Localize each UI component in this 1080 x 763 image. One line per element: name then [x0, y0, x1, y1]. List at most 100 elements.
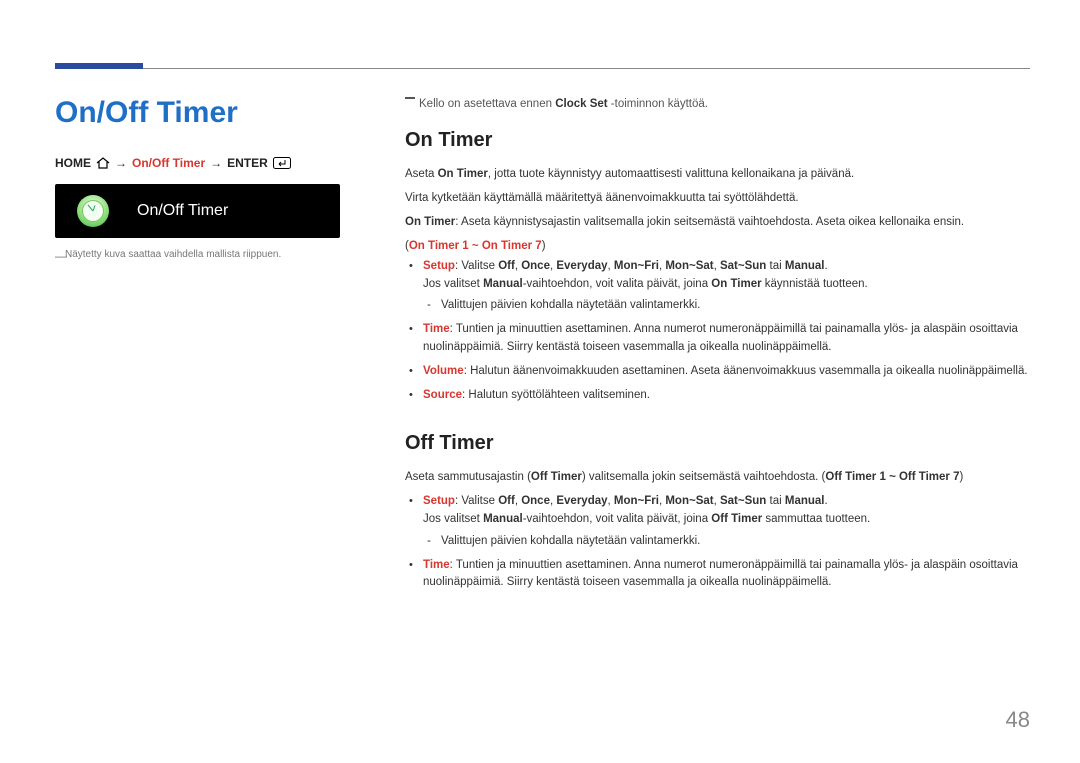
bullet-time: Time: Tuntien ja minuuttien asettaminen.…: [423, 321, 1030, 357]
text-bold: Manual: [483, 278, 523, 290]
page-number: 48: [1006, 707, 1030, 733]
sub-list: Valittujen päivien kohdalla näytetään va…: [423, 533, 1030, 551]
timer-icon: [77, 195, 109, 227]
text-bold: Off Timer: [531, 471, 582, 483]
bullet-source: Source: Halutun syöttölähteen valitsemin…: [423, 387, 1030, 405]
opt: Everyday: [556, 260, 607, 272]
text: : Valitse: [455, 260, 498, 272]
pre-note-prefix: Kello on asetettava ennen: [419, 98, 555, 110]
footnote-dash: ―: [55, 248, 67, 265]
opt: Sat~Sun: [720, 260, 766, 272]
text: .: [825, 495, 828, 507]
text: Aseta: [405, 168, 438, 180]
text: , jotta tuote käynnistyy automaattisesti…: [488, 168, 854, 180]
off-timer-bullets: Setup: Valitse Off, Once, Everyday, Mon~…: [405, 493, 1030, 592]
on-timer-bullets: Setup: Valitse Off, Once, Everyday, Mon~…: [405, 258, 1030, 405]
setup-label: Setup: [423, 260, 455, 272]
enter-icon: [273, 157, 291, 169]
left-column: On/Off Timer HOME → On/Off Timer → ENTER…: [55, 96, 365, 598]
screenshot-footnote: ― Näytetty kuva saattaa vaihdella mallis…: [55, 248, 365, 262]
right-column: Kello on asetettava ennen Clock Set -toi…: [405, 96, 1030, 598]
time-label: Time: [423, 323, 450, 335]
text-bold: Off Timer 1 ~ Off Timer 7: [825, 471, 959, 483]
clockface-icon: [82, 200, 104, 222]
nav-path-item: On/Off Timer: [132, 156, 205, 170]
text: Aseta sammutusajastin (: [405, 471, 531, 483]
header-rule-wrap: [55, 0, 1030, 68]
opt: Once: [521, 495, 550, 507]
text-bold: On Timer: [711, 278, 761, 290]
pre-note-bold: Clock Set: [555, 98, 607, 110]
on-timer-p2: Virta kytketään käyttämällä määritettyä …: [405, 190, 1030, 208]
menu-screenshot: On/Off Timer: [55, 184, 340, 238]
screenshot-label: On/Off Timer: [137, 202, 228, 220]
on-timer-range: (On Timer 1 ~ On Timer 7): [405, 240, 1030, 252]
text: käynnistää tuotteen.: [762, 278, 868, 290]
nav-enter-label: ENTER: [227, 156, 268, 170]
bullet-time: Time: Tuntien ja minuuttien asettaminen.…: [423, 557, 1030, 593]
sub-item: Valittujen päivien kohdalla näytetään va…: [441, 297, 1030, 315]
text: tai: [766, 260, 785, 272]
off-timer-heading: Off Timer: [405, 432, 1030, 455]
text-bold: Off Timer: [711, 513, 762, 525]
opt: Off: [498, 260, 515, 272]
text: Jos valitset: [423, 278, 483, 290]
pre-note-suffix: -toiminnon käyttöä.: [608, 98, 708, 110]
header-accent-bar: [55, 63, 143, 69]
opt: Off: [498, 495, 515, 507]
section-gap: [405, 410, 1030, 432]
bullet-setup: Setup: Valitse Off, Once, Everyday, Mon~…: [423, 258, 1030, 315]
setup-label: Setup: [423, 495, 455, 507]
opt: Manual: [785, 495, 825, 507]
text: : Tuntien ja minuuttien asettaminen. Ann…: [423, 323, 1018, 353]
text: : Halutun syöttölähteen valitseminen.: [462, 389, 650, 401]
nav-path: HOME → On/Off Timer → ENTER: [55, 156, 365, 170]
time-label: Time: [423, 559, 450, 571]
nav-home-label: HOME: [55, 156, 91, 170]
on-timer-heading: On Timer: [405, 129, 1030, 152]
on-timer-p3: On Timer: Aseta käynnistysajastin valits…: [405, 214, 1030, 232]
on-timer-p1: Aseta On Timer, jotta tuote käynnistyy a…: [405, 166, 1030, 184]
text: sammuttaa tuotteen.: [762, 513, 870, 525]
manual-page: On/Off Timer HOME → On/Off Timer → ENTER…: [0, 0, 1080, 763]
text: : Aseta käynnistysajastin valitsemalla j…: [455, 216, 964, 228]
nav-arrow-2: →: [210, 156, 222, 170]
text: -vaihtoehdon, voit valita päivät, joina: [523, 278, 712, 290]
text: : Tuntien ja minuuttien asettaminen. Ann…: [423, 559, 1018, 589]
bullet-setup: Setup: Valitse Off, Once, Everyday, Mon~…: [423, 493, 1030, 550]
opt: Sat~Sun: [720, 495, 766, 507]
source-label: Source: [423, 389, 462, 401]
text: : Halutun äänenvoimakkuuden asettaminen.…: [464, 365, 1028, 377]
home-icon: [96, 157, 110, 169]
text: .: [825, 260, 828, 272]
opt: Manual: [785, 260, 825, 272]
pre-note: Kello on asetettava ennen Clock Set -toi…: [405, 96, 1030, 113]
sub-list: Valittujen päivien kohdalla näytetään va…: [423, 297, 1030, 315]
text: ): [959, 471, 963, 483]
opt: Once: [521, 260, 550, 272]
nav-arrow-1: →: [115, 156, 127, 170]
opt: Mon~Fri: [614, 495, 659, 507]
opt: Everyday: [556, 495, 607, 507]
off-timer-p1: Aseta sammutusajastin (Off Timer) valits…: [405, 469, 1030, 487]
footnote-text: Näytetty kuva saattaa vaihdella mallista…: [65, 249, 281, 260]
text: Jos valitset: [423, 513, 483, 525]
text: ) valitsemalla jokin seitsemästä vaihtoe…: [582, 471, 826, 483]
text-bold: On Timer: [438, 168, 488, 180]
content-columns: On/Off Timer HOME → On/Off Timer → ENTER…: [55, 96, 1030, 598]
text: : Valitse: [455, 495, 498, 507]
sub-item: Valittujen päivien kohdalla näytetään va…: [441, 533, 1030, 551]
volume-label: Volume: [423, 365, 464, 377]
text: -vaihtoehdon, voit valita päivät, joina: [523, 513, 712, 525]
opt: Mon~Sat: [665, 260, 713, 272]
text-bold: Manual: [483, 513, 523, 525]
text: tai: [766, 495, 785, 507]
bullet-volume: Volume: Halutun äänenvoimakkuuden asetta…: [423, 363, 1030, 381]
text-bold: On Timer: [405, 216, 455, 228]
header-rule: [55, 68, 1030, 69]
page-title: On/Off Timer: [55, 96, 365, 130]
paren: ): [542, 240, 546, 252]
range-text: On Timer 1 ~ On Timer 7: [409, 240, 542, 252]
opt: Mon~Sat: [665, 495, 713, 507]
opt: Mon~Fri: [614, 260, 659, 272]
